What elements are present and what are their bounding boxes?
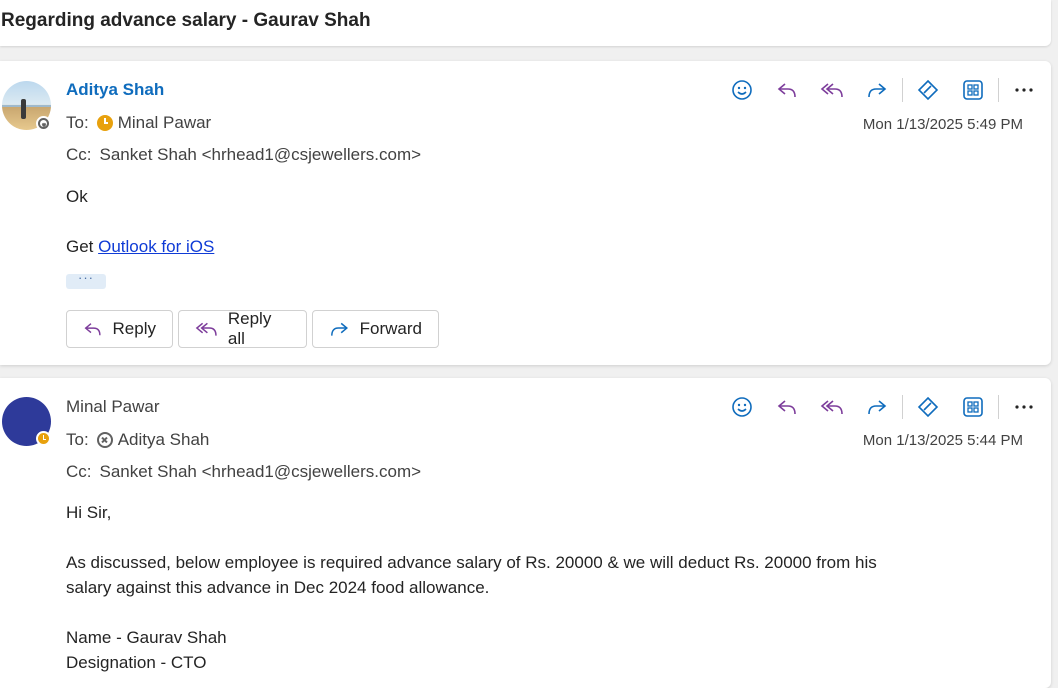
greeting: Hi Sir, bbox=[66, 503, 112, 522]
reply-button[interactable]: Reply bbox=[66, 310, 173, 348]
forward-label: Forward bbox=[359, 319, 422, 338]
to-line: To: Minal Pawar bbox=[66, 113, 211, 133]
cc-recipient[interactable]: Sanket Shah <hrhead1@csjewellers.com> bbox=[100, 462, 422, 482]
message-card: Aditya Shah To: Minal Pawar Mon 1/13/202… bbox=[0, 61, 1051, 365]
body-paragraph-line: salary against this advance in Dec 2024 … bbox=[66, 578, 490, 597]
recipient-name[interactable]: Minal Pawar bbox=[118, 113, 212, 133]
reply-all-label: Reply all bbox=[227, 309, 272, 348]
recipient-name[interactable]: Aditya Shah bbox=[118, 430, 210, 450]
toolbar-separator bbox=[902, 78, 903, 102]
toolbar-separator bbox=[902, 395, 903, 419]
reply-icon[interactable] bbox=[771, 391, 803, 423]
forward-icon bbox=[331, 322, 348, 336]
email-subject: Regarding advance salary - Gaurav Shah bbox=[1, 10, 371, 31]
message-card: Minal Pawar To: Aditya Shah Mon 1/13/202… bbox=[0, 378, 1051, 688]
message-toolbar bbox=[726, 391, 1053, 423]
more-icon[interactable] bbox=[1008, 74, 1040, 106]
reply-icon bbox=[84, 323, 101, 336]
presence-away-icon bbox=[36, 431, 51, 446]
reply-label: Reply bbox=[112, 319, 156, 338]
more-icon[interactable] bbox=[1008, 391, 1040, 423]
emoji-icon[interactable] bbox=[726, 74, 758, 106]
reply-all-icon[interactable] bbox=[816, 74, 848, 106]
toolbar-separator bbox=[998, 395, 999, 419]
sender-name[interactable]: Aditya Shah bbox=[66, 80, 164, 100]
avatar-photo-figure bbox=[21, 99, 26, 119]
timestamp: Mon 1/13/2025 5:44 PM bbox=[862, 432, 1023, 449]
apps-icon[interactable] bbox=[957, 74, 989, 106]
outlook-ios-link[interactable]: Outlook for iOS bbox=[98, 237, 214, 256]
message-body: Ok bbox=[66, 187, 88, 206]
timestamp: Mon 1/13/2025 5:49 PM bbox=[862, 116, 1023, 133]
to-line: To: Aditya Shah bbox=[66, 430, 209, 450]
cc-label: Cc: bbox=[66, 462, 92, 481]
forward-icon[interactable] bbox=[861, 391, 893, 423]
away-status-icon bbox=[96, 115, 113, 131]
presence-blocked-icon bbox=[36, 116, 51, 131]
cc-recipient[interactable]: Sanket Shah <hrhead1@csjewellers.com> bbox=[100, 145, 422, 165]
signature: Get Outlook for iOS bbox=[66, 234, 214, 259]
reply-all-icon bbox=[195, 322, 217, 336]
blocked-status-icon bbox=[96, 432, 113, 448]
forward-button[interactable]: Forward bbox=[312, 310, 439, 348]
forward-icon[interactable] bbox=[861, 74, 893, 106]
subject-bar: Regarding advance salary - Gaurav Shah bbox=[0, 0, 1051, 46]
toolbar-separator bbox=[998, 78, 999, 102]
sender-name[interactable]: Minal Pawar bbox=[66, 397, 160, 417]
to-label: To: bbox=[66, 113, 89, 132]
reply-all-icon[interactable] bbox=[816, 391, 848, 423]
reply-all-button[interactable]: Reply all bbox=[178, 309, 307, 348]
reply-icon[interactable] bbox=[771, 74, 803, 106]
cc-line: Cc: Sanket Shah <hrhead1@csjewellers.com… bbox=[66, 462, 421, 482]
signature-prefix: Get bbox=[66, 237, 99, 256]
body-paragraph-line: As discussed, below employee is required… bbox=[66, 553, 877, 572]
employee-name-line: Name - Gaurav Shah bbox=[66, 628, 227, 647]
copilot-icon[interactable] bbox=[912, 391, 944, 423]
avatar-photo-horizon bbox=[2, 105, 51, 107]
message-toolbar bbox=[726, 74, 1053, 106]
apps-icon[interactable] bbox=[957, 391, 989, 423]
emoji-icon[interactable] bbox=[726, 391, 758, 423]
copilot-icon[interactable] bbox=[912, 74, 944, 106]
cc-line: Cc: Sanket Shah <hrhead1@csjewellers.com… bbox=[66, 145, 421, 165]
to-label: To: bbox=[66, 430, 89, 449]
show-more-button[interactable]: ··· bbox=[66, 271, 106, 289]
cc-label: Cc: bbox=[66, 145, 92, 164]
designation-line: Designation - CTO bbox=[66, 653, 207, 672]
